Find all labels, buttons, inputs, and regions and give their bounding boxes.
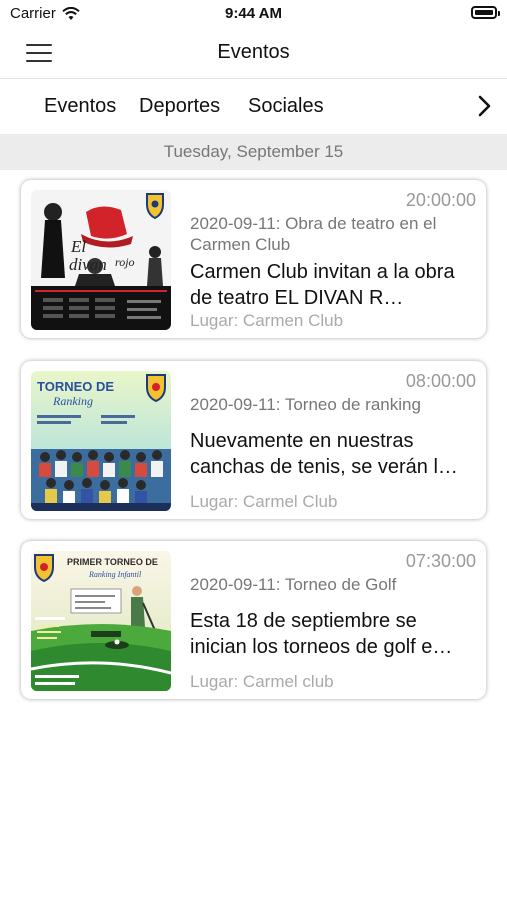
tab-eventos[interactable]: Eventos [44,95,116,118]
event-thumbnail: TORNEO DE Ranking [31,371,171,511]
svg-text:Ranking: Ranking [52,394,93,408]
event-title: 2020-09-11: Torneo de Golf [190,575,397,594]
svg-text:El: El [70,237,86,256]
page-title: Eventos [217,41,290,63]
event-description: Nuevamente en nuestras canchas de tenis,… [190,430,458,478]
event-title: 2020-09-11: Torneo de ranking [190,395,421,414]
theater-poster-image: El divan rojo [31,190,171,330]
event-card[interactable]: El divan rojo 20:00:00 2020-09-11: Obra … [21,180,486,338]
tab-sociales[interactable]: Sociales [248,95,324,118]
svg-text:Ranking Infantil: Ranking Infantil [88,570,142,579]
event-title: 2020-09-11: Obra de teatro en el Carmen … [190,214,437,254]
tennis-poster-image: TORNEO DE Ranking [31,371,171,511]
tab-deportes[interactable]: Deportes [139,95,220,118]
event-time: 20:00:00 [405,190,476,210]
category-tabs: Eventos Deportes Sociales [0,80,507,132]
event-place: Lugar: Carmel club [190,672,334,691]
battery-icon [471,6,500,19]
event-description: Esta 18 de septiembre se inician los tor… [190,610,453,658]
svg-text:PRIMER TORNEO DE: PRIMER TORNEO DE [67,557,158,567]
svg-text:divan: divan [69,255,107,274]
event-time: 07:30:00 [405,551,476,571]
status-bar: Carrier 9:44 AM [0,0,507,28]
event-thumbnail: PRIMER TORNEO DE Ranking Infantil [31,551,171,691]
svg-text:rojo: rojo [115,255,135,269]
golf-poster-image: PRIMER TORNEO DE Ranking Infantil [31,551,171,691]
event-card[interactable]: TORNEO DE Ranking 08:00:00 2020-09-11: T… [21,361,486,519]
event-description: Carmen Club invitan a la obra de teatro … [190,261,455,309]
svg-text:TORNEO DE: TORNEO DE [37,379,114,394]
event-thumbnail: El divan rojo [31,190,171,330]
chevron-right-icon[interactable] [473,94,495,118]
event-place: Lugar: Carmen Club [190,311,344,330]
nav-bar: Eventos [0,28,507,79]
event-place: Lugar: Carmel Club [190,492,338,511]
status-time: 9:44 AM [225,5,282,22]
event-card[interactable]: PRIMER TORNEO DE Ranking Infantil 07:30:… [21,541,486,699]
event-time: 08:00:00 [405,371,476,391]
date-header: Tuesday, September 15 [0,134,507,170]
